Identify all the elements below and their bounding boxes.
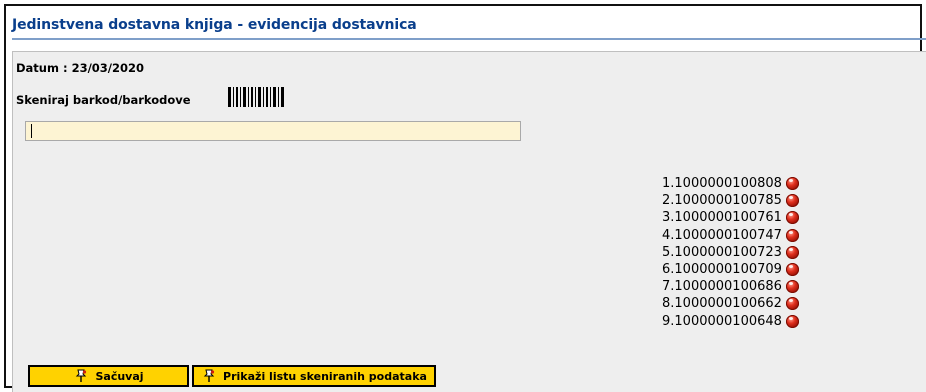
save-button[interactable]: Sačuvaj (28, 365, 189, 387)
remove-item-icon[interactable] (785, 263, 799, 277)
list-item: 3.1000000100761 (662, 209, 799, 226)
scanned-barcode-text: 4.1000000100747 (662, 227, 782, 243)
list-item: 6.1000000100709 (662, 261, 799, 278)
barcode-scan-input[interactable] (25, 121, 521, 141)
barcode-icon (228, 87, 284, 107)
scanned-barcode-text: 3.1000000100761 (662, 210, 782, 226)
remove-item-icon[interactable] (785, 228, 799, 242)
remove-item-icon[interactable] (785, 194, 799, 208)
list-item: 2.1000000100785 (662, 192, 799, 209)
list-item: 8.1000000100662 (662, 295, 799, 312)
show-list-button-label: Prikaži listu skeniranih podataka (223, 369, 427, 383)
list-item: 4.1000000100747 (662, 227, 799, 244)
save-button-label: Sačuvaj (95, 369, 144, 383)
list-item: 9.1000000100648 (662, 313, 799, 330)
remove-item-icon[interactable] (785, 245, 799, 259)
remove-item-icon[interactable] (785, 297, 799, 311)
date-label: Datum : 23/03/2020 (16, 61, 144, 75)
scanned-barcode-text: 2.1000000100785 (662, 193, 782, 209)
scan-label: Skeniraj barkod/barkodove (16, 93, 191, 107)
pin-icon (76, 369, 87, 382)
remove-item-icon[interactable] (785, 280, 799, 294)
list-item: 1.1000000100808 (662, 175, 799, 192)
scanned-barcode-text: 6.1000000100709 (662, 262, 782, 278)
title-underline (12, 38, 926, 40)
list-item: 5.1000000100723 (662, 244, 799, 261)
list-item: 7.1000000100686 (662, 278, 799, 295)
scanned-barcode-text: 1.1000000100808 (662, 176, 782, 192)
scanned-barcode-text: 5.1000000100723 (662, 244, 782, 260)
text-caret (31, 124, 32, 138)
remove-item-icon[interactable] (785, 314, 799, 328)
scanned-barcode-text: 7.1000000100686 (662, 279, 782, 295)
scanned-barcode-text: 8.1000000100662 (662, 296, 782, 312)
remove-item-icon[interactable] (785, 211, 799, 225)
remove-item-icon[interactable] (785, 177, 799, 191)
scanned-barcode-list: 1.1000000100808 2.1000000100785 3.100000… (662, 175, 799, 330)
page-title: Jedinstvena dostavna knjiga - evidencija… (12, 17, 417, 33)
scanned-barcode-text: 9.1000000100648 (662, 313, 782, 329)
show-scanned-list-button[interactable]: Prikaži listu skeniranih podataka (192, 365, 436, 387)
pin-icon (203, 369, 215, 382)
